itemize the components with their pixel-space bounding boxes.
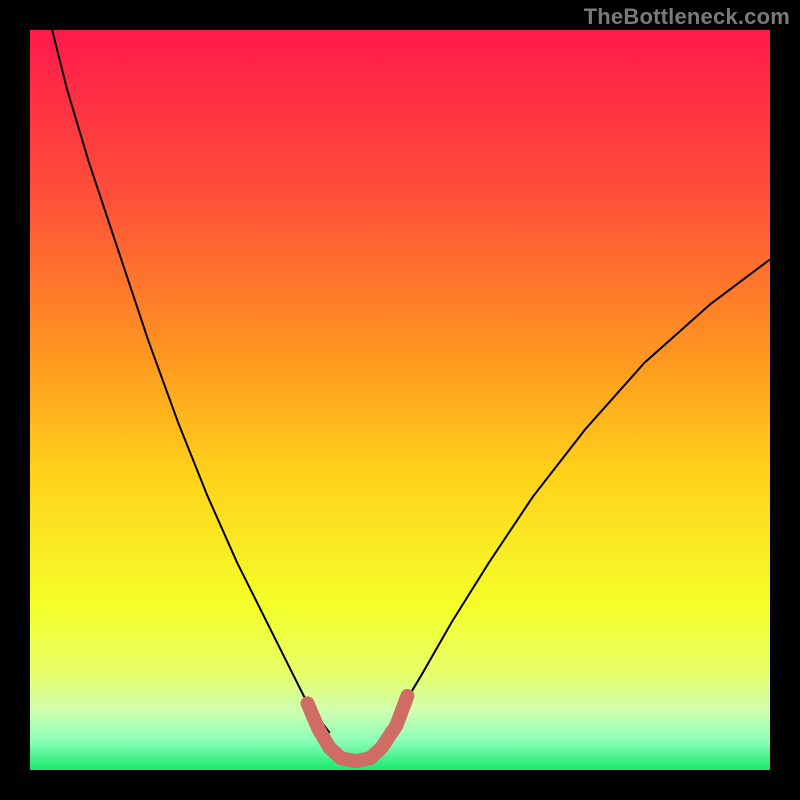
watermark-label: TheBottleneck.com — [584, 4, 790, 30]
gradient-background — [30, 30, 770, 770]
plot-area — [30, 30, 770, 770]
chart-svg — [30, 30, 770, 770]
chart-frame: TheBottleneck.com — [0, 0, 800, 800]
